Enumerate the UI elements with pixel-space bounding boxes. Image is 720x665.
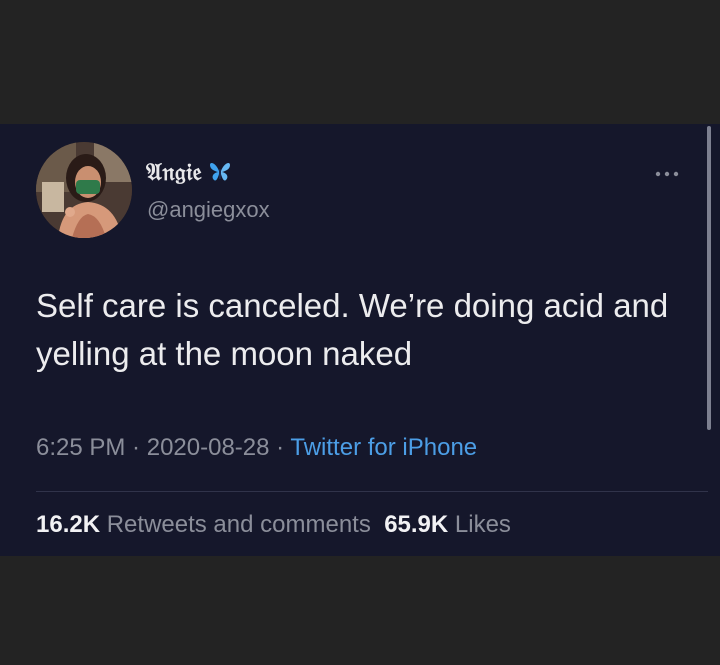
tweet-stats: 16.2K Retweets and comments 65.9K Likes (36, 508, 511, 542)
likes-count: 65.9K (384, 511, 449, 538)
author-handle[interactable]: @angiegxox (147, 196, 270, 224)
butterfly-icon (208, 161, 232, 183)
tweet-source-link[interactable]: Twitter for iPhone (290, 434, 477, 461)
author-name-text: 𝔄𝔫𝔤𝔦𝔢 (146, 157, 203, 186)
divider (36, 491, 708, 492)
retweets-stat[interactable]: 16.2K Retweets and comments (36, 511, 371, 538)
tweet-date[interactable]: 2020-08-28 (147, 434, 270, 461)
retweets-count: 16.2K (36, 511, 101, 538)
likes-label: Likes (454, 511, 511, 538)
avatar[interactable] (36, 142, 132, 238)
avatar-image (36, 142, 132, 238)
tweet-time[interactable]: 6:25 PM (36, 434, 125, 461)
meta-separator: · (269, 434, 291, 461)
tweet-metadata: 6:25 PM · 2020-08-28 · Twitter for iPhon… (36, 432, 477, 464)
more-options-icon[interactable] (652, 164, 682, 184)
meta-separator: · (125, 434, 147, 461)
scrollbar[interactable] (707, 126, 711, 430)
likes-stat[interactable]: 65.9K Likes (384, 511, 511, 538)
tweet-text: Self care is canceled. We’re doing acid … (36, 287, 669, 372)
author-display-name[interactable]: 𝔄𝔫𝔤𝔦𝔢 (146, 158, 232, 186)
retweets-label: Retweets and comments (106, 511, 371, 538)
